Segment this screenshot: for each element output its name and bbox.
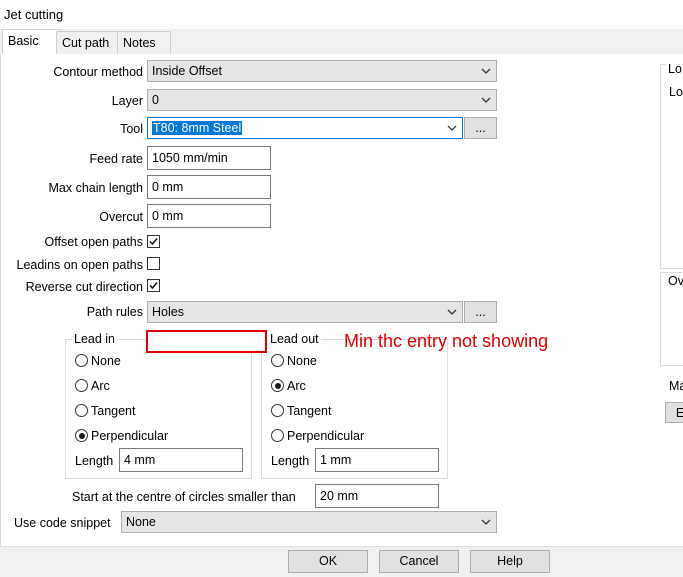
- ok-button[interactable]: OK: [288, 550, 368, 573]
- title-bar: Jet cutting: [0, 0, 683, 29]
- contour-method-value: Inside Offset: [152, 64, 222, 78]
- help-button[interactable]: Help: [470, 550, 550, 573]
- max-chain-length-label: Max chain length: [48, 181, 143, 195]
- tab-cut-path[interactable]: Cut path: [56, 31, 122, 54]
- right-group-1-row: Lo: [669, 85, 683, 99]
- tab-strip: Basic Cut path Notes: [0, 29, 683, 55]
- lead-out-perpendicular-radio[interactable]: [271, 429, 284, 442]
- right-group-1-title: Lo: [666, 62, 683, 76]
- leadins-open-paths-label: Leadins on open paths: [16, 258, 144, 272]
- reverse-cut-direction-checkbox[interactable]: [147, 279, 160, 292]
- lead-out-none-label: None: [287, 354, 317, 368]
- path-rules-browse-button[interactable]: ...: [464, 301, 497, 323]
- right-group-2-title: Ov: [666, 274, 683, 288]
- tool-label: Tool: [120, 122, 143, 136]
- code-snippet-select[interactable]: None: [121, 511, 497, 533]
- tab-basic-label: Basic: [8, 34, 39, 48]
- tool-selected-text: T80: 8mm Steel: [152, 121, 243, 135]
- lead-in-tangent-radio[interactable]: [75, 404, 88, 417]
- layer-value: 0: [152, 93, 159, 107]
- tab-notes-label: Notes: [123, 36, 156, 50]
- right-button-3[interactable]: E: [665, 402, 683, 423]
- dialog-footer: OK Cancel Help: [0, 546, 683, 577]
- max-chain-length-value: 0 mm: [152, 180, 184, 194]
- circles-value: 20 mm: [320, 489, 359, 503]
- cancel-button[interactable]: Cancel: [379, 550, 459, 573]
- lead-out-length-label: Length: [271, 454, 310, 468]
- layer-select[interactable]: 0: [147, 89, 497, 111]
- annotation-text: Min thc entry not showing: [344, 331, 549, 351]
- lead-out-title: Lead out: [268, 332, 321, 346]
- tab-notes[interactable]: Notes: [117, 31, 171, 54]
- offset-open-paths-label: Offset open paths: [44, 235, 143, 249]
- lead-out-tangent-radio[interactable]: [271, 404, 284, 417]
- window-title: Jet cutting: [4, 7, 64, 22]
- circles-input[interactable]: 20 mm: [315, 484, 439, 508]
- overcut-input[interactable]: 0 mm: [147, 204, 271, 228]
- reverse-cut-direction-label: Reverse cut direction: [25, 280, 143, 294]
- lead-out-perpendicular-label: Perpendicular: [287, 429, 365, 443]
- feed-rate-label: Feed rate: [89, 152, 143, 166]
- chevron-down-icon: [446, 121, 458, 135]
- right-panel: Lo Lo Ov Ma E: [660, 54, 683, 546]
- chevron-down-icon: [446, 305, 458, 319]
- contour-method-label: Contour method: [53, 65, 143, 79]
- overcut-value: 0 mm: [152, 209, 184, 223]
- lead-in-none-radio[interactable]: [75, 354, 88, 367]
- overcut-label: Overcut: [99, 210, 143, 224]
- lead-in-tangent-label: Tangent: [91, 404, 136, 418]
- lead-in-perpendicular-label: Perpendicular: [91, 429, 169, 443]
- path-rules-label: Path rules: [86, 305, 143, 319]
- lead-out-length-input[interactable]: 1 mm: [315, 448, 439, 472]
- contour-method-select[interactable]: Inside Offset: [147, 60, 497, 82]
- tab-cut-path-label: Cut path: [62, 36, 110, 50]
- tool-value: T80: 8mm Steel: [152, 121, 243, 135]
- tab-basic[interactable]: Basic: [2, 29, 60, 55]
- lead-in-arc-radio[interactable]: [75, 379, 88, 392]
- lead-out-none-radio[interactable]: [271, 354, 284, 367]
- tool-select[interactable]: T80: 8mm Steel: [147, 117, 463, 139]
- lead-out-arc-label: Arc: [287, 379, 306, 393]
- lead-in-none-label: None: [91, 354, 121, 368]
- path-rules-select[interactable]: Holes: [147, 301, 463, 323]
- offset-open-paths-checkbox[interactable]: [147, 235, 160, 248]
- feed-rate-input[interactable]: 1050 mm/min: [147, 146, 271, 170]
- checkmark-icon: [149, 238, 158, 246]
- max-chain-length-input[interactable]: 0 mm: [147, 175, 271, 199]
- lead-in-length-label: Length: [75, 454, 114, 468]
- lead-in-length-input[interactable]: 4 mm: [119, 448, 243, 472]
- code-snippet-value: None: [126, 515, 156, 529]
- chevron-down-icon: [480, 93, 492, 107]
- lead-out-tangent-label: Tangent: [287, 404, 332, 418]
- path-rules-value: Holes: [152, 305, 184, 319]
- lead-out-length-value: 1 mm: [320, 453, 352, 467]
- lead-in-arc-label: Arc: [91, 379, 110, 393]
- tool-browse-button[interactable]: ...: [464, 117, 497, 139]
- code-snippet-label: Use code snippet: [14, 516, 111, 530]
- lead-out-arc-radio[interactable]: [271, 379, 284, 392]
- checkmark-icon: [149, 282, 158, 290]
- annotation-highlight-box: [146, 330, 267, 353]
- leadins-open-paths-checkbox[interactable]: [147, 257, 160, 270]
- chevron-down-icon: [480, 515, 492, 529]
- feed-rate-value: 1050 mm/min: [152, 151, 228, 165]
- chevron-down-icon: [480, 64, 492, 78]
- lead-in-title: Lead in: [72, 332, 118, 346]
- right-label-3: Ma: [669, 379, 683, 393]
- basic-panel: Contour method Inside Offset Layer 0 Too…: [0, 54, 662, 546]
- circles-label: Start at the centre of circles smaller t…: [72, 490, 296, 504]
- lead-in-perpendicular-radio[interactable]: [75, 429, 88, 442]
- lead-in-length-value: 4 mm: [124, 453, 156, 467]
- layer-label: Layer: [111, 94, 143, 108]
